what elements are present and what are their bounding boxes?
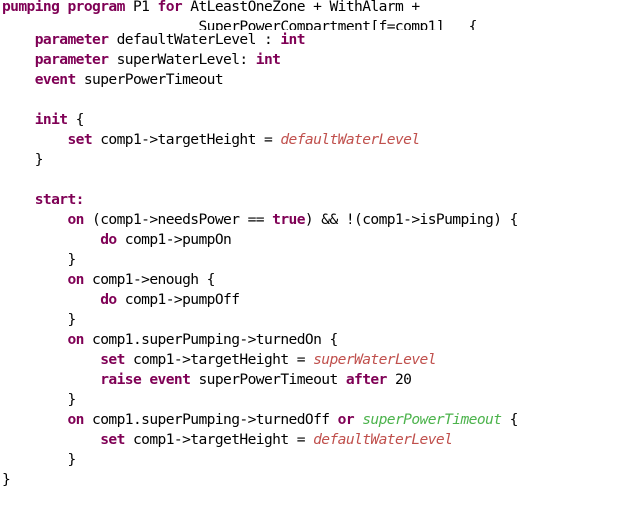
keyword-for: for bbox=[157, 0, 183, 15]
keyword-set: set bbox=[100, 351, 125, 368]
code-line[interactable]: on comp1.superPumping->turnedOn { bbox=[2, 330, 632, 350]
code-line[interactable]: set comp1->targetHeight = superWaterLeve… bbox=[2, 350, 632, 370]
keyword-raise-event: raise event bbox=[100, 371, 191, 388]
assignment-target: comp1->targetHeight = bbox=[124, 351, 314, 368]
keyword-set: set bbox=[67, 131, 93, 148]
brace-close: } bbox=[2, 151, 44, 168]
code-line[interactable]: do comp1->pumpOff bbox=[2, 290, 632, 310]
keyword-true: true bbox=[272, 211, 305, 228]
parameter-reference: defaultWaterLevel bbox=[313, 431, 453, 448]
assignment-target: comp1->targetHeight = bbox=[92, 131, 281, 148]
parameter-name: superWaterLevel: bbox=[108, 51, 256, 68]
parameter-name: defaultWaterLevel : bbox=[108, 31, 281, 48]
event-name: superPowerTimeout bbox=[75, 71, 224, 88]
code-line[interactable]: on comp1.superPumping->turnedOff or supe… bbox=[2, 410, 632, 430]
assignment-target: comp1->targetHeight = bbox=[124, 431, 314, 448]
brace-close: } bbox=[2, 471, 11, 488]
code-line[interactable]: } bbox=[2, 150, 632, 170]
code-line[interactable]: } bbox=[2, 450, 632, 470]
keyword-event: event bbox=[34, 71, 77, 88]
code-line[interactable]: start: bbox=[2, 190, 632, 210]
keyword-on: on bbox=[67, 411, 85, 428]
event-name: superPowerTimeout bbox=[190, 371, 346, 388]
keyword-do: do bbox=[100, 231, 117, 248]
keyword-start: start: bbox=[34, 191, 85, 208]
code-line[interactable]: event superPowerTimeout bbox=[2, 70, 632, 90]
code-line[interactable]: } bbox=[2, 390, 632, 410]
keyword-pumping-program: pumping program bbox=[2, 0, 125, 15]
parameter-reference: superWaterLevel bbox=[313, 351, 436, 368]
code-line[interactable]: } bbox=[2, 310, 632, 330]
code-line[interactable]: SuperPowerCompartment[f=comp1] { bbox=[2, 17, 632, 30]
keyword-parameter: parameter bbox=[34, 51, 109, 68]
condition: ) && !(comp1->isPumping) { bbox=[304, 211, 518, 228]
keyword-after: after bbox=[345, 371, 388, 388]
program-features: AtLeastOneZone + WithAlarm + bbox=[182, 0, 420, 15]
keyword-on: on bbox=[67, 331, 85, 348]
condition: comp1.superPumping->turnedOff bbox=[83, 411, 338, 428]
condition: comp1.superPumping->turnedOn { bbox=[83, 331, 338, 348]
code-line[interactable]: set comp1->targetHeight = defaultWaterLe… bbox=[2, 430, 632, 450]
keyword-set: set bbox=[100, 431, 125, 448]
brace-close: } bbox=[2, 311, 76, 328]
keyword-init: init bbox=[34, 111, 68, 128]
code-line[interactable] bbox=[2, 90, 632, 110]
condition: (comp1->needsPower == bbox=[83, 211, 273, 228]
delay-value: 20 bbox=[386, 371, 412, 388]
program-name: P1 bbox=[124, 0, 158, 15]
brace-close: } bbox=[2, 391, 76, 408]
action: comp1->pumpOff bbox=[116, 291, 240, 308]
code-line[interactable]: parameter defaultWaterLevel : int bbox=[2, 30, 632, 50]
code-line[interactable]: do comp1->pumpOn bbox=[2, 230, 632, 250]
code-line[interactable]: } bbox=[2, 250, 632, 270]
parameter-reference: defaultWaterLevel bbox=[280, 131, 420, 148]
keyword-or: or bbox=[337, 411, 355, 428]
event-reference: superPowerTimeout bbox=[362, 411, 502, 428]
condition: comp1->enough { bbox=[83, 271, 215, 288]
brace-open: { bbox=[67, 111, 85, 128]
code-line[interactable]: on (comp1->needsPower == true) && !(comp… bbox=[2, 210, 632, 230]
keyword-do: do bbox=[100, 291, 117, 308]
brace-close: } bbox=[2, 451, 76, 468]
code-line[interactable]: pumping program P1 for AtLeastOneZone + … bbox=[2, 0, 632, 17]
brace-close: } bbox=[2, 251, 76, 268]
keyword-parameter: parameter bbox=[34, 31, 109, 48]
keyword-on: on bbox=[67, 211, 85, 228]
program-features-continued: SuperPowerCompartment[f=comp1] { bbox=[2, 18, 477, 30]
code-line[interactable]: on comp1->enough { bbox=[2, 270, 632, 290]
keyword-int: int bbox=[280, 31, 305, 48]
code-line[interactable]: parameter superWaterLevel: int bbox=[2, 50, 632, 70]
keyword-int: int bbox=[255, 51, 281, 68]
code-line[interactable]: raise event superPowerTimeout after 20 bbox=[2, 370, 632, 390]
code-line[interactable] bbox=[2, 170, 632, 190]
code-line[interactable]: } bbox=[2, 470, 632, 490]
brace-open: { bbox=[501, 411, 519, 428]
code-line[interactable]: set comp1->targetHeight = defaultWaterLe… bbox=[2, 130, 632, 150]
action: comp1->pumpOn bbox=[116, 231, 232, 248]
code-editor[interactable]: pumping program P1 for AtLeastOneZone + … bbox=[2, 0, 632, 507]
keyword-on: on bbox=[67, 271, 85, 288]
code-line[interactable]: init { bbox=[2, 110, 632, 130]
